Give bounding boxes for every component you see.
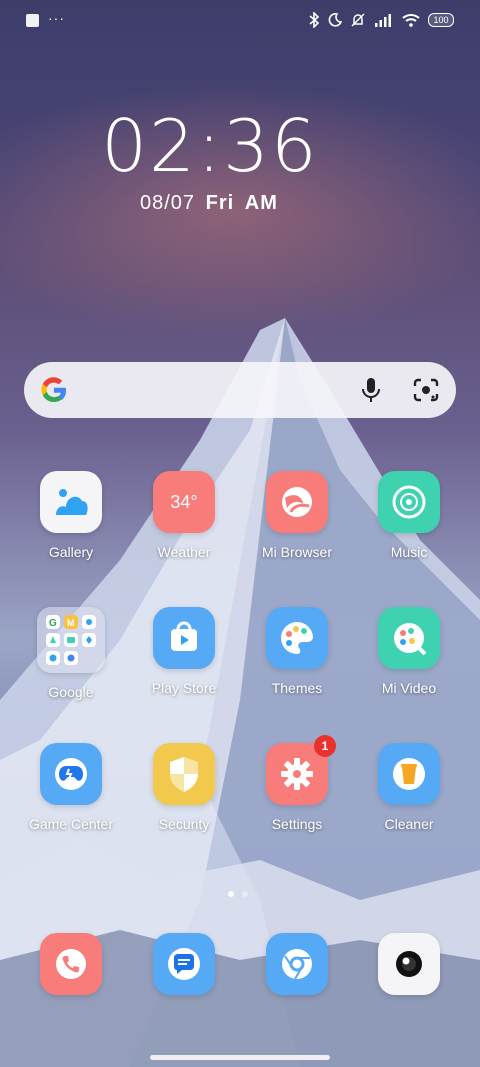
clock-date[interactable]: 08/07 Fri AM (140, 192, 278, 215)
app-settings[interactable]: 1 Settings (242, 735, 352, 832)
date-value: 08/07 (140, 192, 196, 214)
home-indicator[interactable] (150, 1055, 330, 1060)
date-ampm: AM (244, 192, 278, 214)
microphone-icon[interactable] (358, 376, 384, 404)
bluetooth-icon (309, 12, 320, 28)
google-search-bar[interactable] (24, 362, 456, 418)
app-gallery[interactable]: Gallery (16, 471, 126, 560)
camera-icon (378, 933, 440, 995)
signal-icon (375, 14, 391, 27)
settings-icon: 1 (266, 735, 336, 805)
app-label: Themes (271, 680, 323, 696)
app-play-store[interactable]: Play Store (129, 607, 239, 696)
page-dot[interactable] (242, 891, 248, 897)
app-label: Play Store (151, 680, 217, 696)
app-mi-browser[interactable]: Mi Browser (242, 471, 352, 560)
notification-badge: 1 (314, 735, 336, 757)
date-weekday: Fri (205, 192, 235, 214)
svg-text:G: G (49, 618, 57, 629)
phone-icon (40, 933, 102, 995)
app-game-center[interactable]: Game Center (16, 743, 126, 832)
battery-icon: 100 (428, 13, 454, 27)
app-weather[interactable]: 34° Weather (129, 471, 239, 560)
app-label: Weather (157, 544, 211, 560)
app-label: Security (158, 816, 210, 832)
page-dot-active[interactable] (228, 891, 234, 897)
google-folder-icon: G M (37, 607, 105, 673)
google-g-icon (41, 377, 67, 403)
cleaner-icon (378, 743, 440, 805)
weather-icon: 34° (153, 471, 215, 533)
app-mi-video[interactable]: Mi Video (354, 607, 464, 696)
themes-icon (266, 607, 328, 669)
browser-icon (266, 471, 328, 533)
app-label: Mi Browser (261, 544, 332, 560)
chrome-icon (266, 933, 328, 995)
app-label: Cleaner (384, 816, 434, 832)
page-indicator[interactable] (228, 891, 248, 897)
app-label: Mi Video (381, 680, 437, 696)
app-label: Gallery (48, 544, 94, 560)
app-square-icon (26, 14, 39, 27)
status-icons: 100 (308, 12, 454, 28)
play-store-icon (153, 607, 215, 669)
app-label: Game Center (28, 816, 114, 832)
dock-phone[interactable] (16, 933, 126, 995)
wifi-icon (402, 14, 420, 27)
gallery-icon (40, 471, 102, 533)
dock-camera[interactable] (354, 933, 464, 995)
svg-text:M: M (67, 618, 75, 628)
do-not-disturb-icon (328, 13, 342, 27)
notifications-muted-icon (351, 13, 365, 27)
app-label: Google (48, 684, 94, 700)
status-bar: ··· 100 (0, 8, 480, 36)
app-music[interactable]: Music (354, 471, 464, 560)
dock-chrome[interactable] (242, 933, 352, 995)
app-label: Music (390, 544, 428, 560)
music-icon (378, 471, 440, 533)
more-dots-icon: ··· (48, 10, 65, 26)
dock-messages[interactable] (129, 933, 239, 995)
messages-icon (153, 933, 215, 995)
game-center-icon (40, 743, 102, 805)
app-google-folder[interactable]: G M Google (16, 607, 126, 700)
app-label: Settings (271, 816, 323, 832)
security-icon (153, 743, 215, 805)
video-icon (378, 607, 440, 669)
app-cleaner[interactable]: Cleaner (354, 743, 464, 832)
app-security[interactable]: Security (129, 743, 239, 832)
google-lens-icon[interactable] (412, 377, 440, 403)
clock-time[interactable]: 02:36 (0, 104, 420, 188)
weather-temperature: 34° (170, 491, 198, 512)
app-themes[interactable]: Themes (242, 607, 352, 696)
